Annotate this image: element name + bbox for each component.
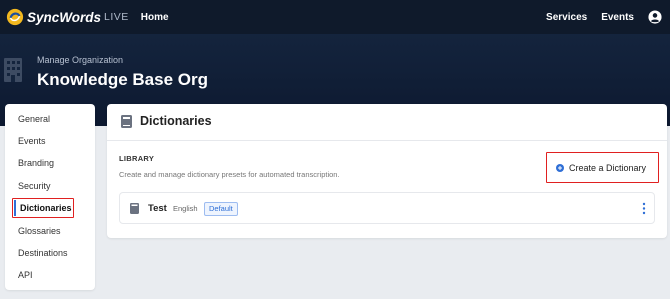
card-header: Dictionaries — [107, 104, 667, 141]
page-title: Knowledge Base Org — [37, 70, 208, 89]
user-account-icon[interactable] — [648, 10, 662, 24]
library-description: Create and manage dictionary presets for… — [119, 170, 340, 179]
dictionaries-highlight-box — [12, 198, 74, 218]
dictionary-row[interactable]: Test English Default — [119, 192, 655, 224]
settings-sidebar: General Events Branding Security Diction… — [5, 104, 95, 290]
nav-events-link[interactable]: Events — [601, 12, 634, 23]
syncwords-logo-icon — [6, 8, 24, 26]
page-breadcrumb: Manage Organization — [37, 55, 124, 65]
brand-logo[interactable]: SyncWords LIVE — [6, 8, 129, 26]
library-section-label: LIBRARY — [119, 154, 155, 163]
book-icon — [121, 115, 132, 128]
sidebar-item-general[interactable]: General — [18, 114, 50, 124]
dictionary-name[interactable]: Test — [148, 203, 167, 214]
dictionary-language: English — [173, 204, 198, 213]
dictionary-book-icon — [130, 203, 139, 214]
nav-services-link[interactable]: Services — [546, 12, 587, 23]
top-navbar: SyncWords LIVE Home Services Events — [0, 0, 670, 34]
sidebar-item-glossaries[interactable]: Glossaries — [18, 226, 61, 236]
brand-name: SyncWords — [27, 9, 102, 25]
sidebar-item-destinations[interactable]: Destinations — [18, 248, 68, 258]
default-badge: Default — [204, 202, 238, 216]
sidebar-item-security[interactable]: Security — [18, 181, 51, 191]
create-button-highlight-box — [546, 152, 659, 183]
sidebar-item-events[interactable]: Events — [18, 136, 46, 146]
card-title: Dictionaries — [140, 114, 212, 128]
nav-home-link[interactable]: Home — [141, 12, 169, 23]
organization-building-icon — [4, 58, 22, 82]
sidebar-item-branding[interactable]: Branding — [18, 158, 54, 168]
sidebar-item-api[interactable]: API — [18, 270, 33, 280]
brand-suffix: LIVE — [104, 11, 129, 23]
more-options-icon[interactable] — [642, 202, 646, 215]
